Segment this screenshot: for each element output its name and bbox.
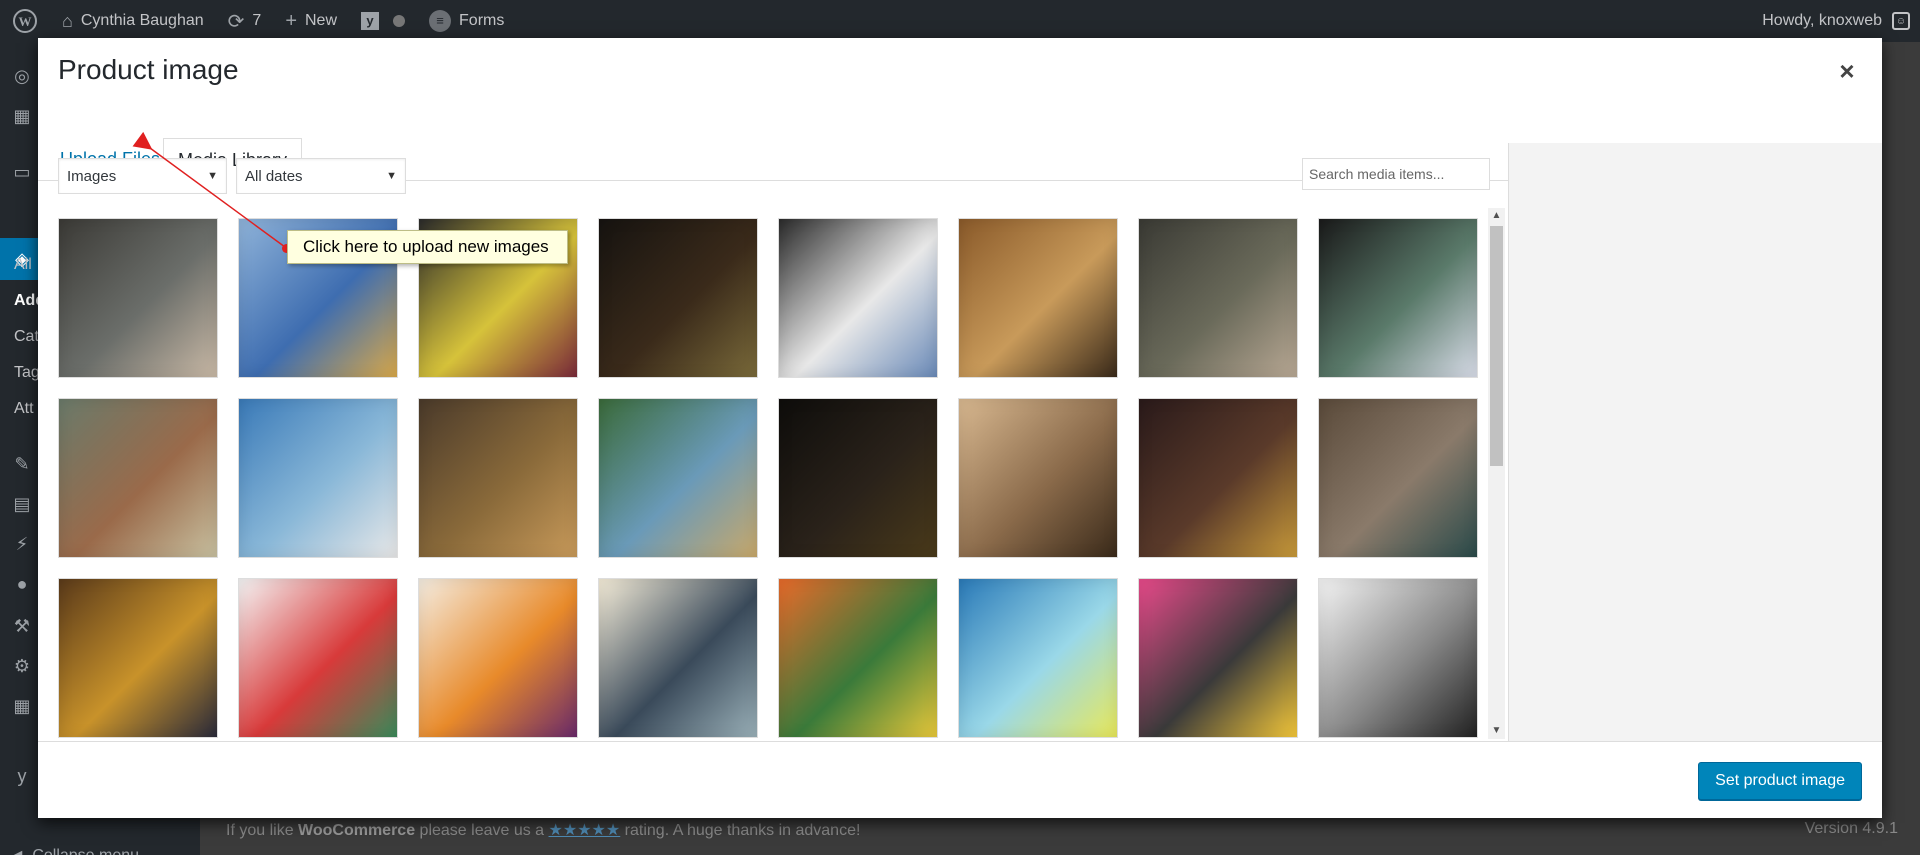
media-icon[interactable]: ▦: [10, 104, 34, 128]
dropdown-arrow-icon: ▼: [386, 170, 397, 182]
collapse-label: Collapse menu: [32, 847, 139, 855]
media-thumbnail-landscape-walkers[interactable]: [598, 398, 758, 558]
modal-footer: Set product image: [38, 741, 1882, 818]
submenu-categories[interactable]: Cat: [14, 328, 39, 346]
search-media-input[interactable]: [1302, 158, 1490, 190]
media-thumbnail-geometric-totem[interactable]: [418, 578, 578, 738]
footer-brand: WooCommerce: [298, 822, 416, 839]
media-thumbnail-artist-portrait-painting[interactable]: [58, 218, 218, 378]
refresh-icon: ⟳: [227, 10, 245, 33]
scroll-thumb[interactable]: [1490, 226, 1503, 466]
media-type-value: Images: [67, 167, 117, 185]
howdy-text: Howdy, knoxweb: [1762, 12, 1882, 29]
media-thumbnail-framed-yellow-flower[interactable]: [58, 578, 218, 738]
media-thumbnail-pop-art-bear[interactable]: [1138, 578, 1298, 738]
media-type-select[interactable]: Images ▼: [58, 158, 227, 194]
my-account[interactable]: Howdy, knoxweb ☺: [1762, 0, 1910, 42]
new-label: New: [305, 12, 338, 29]
close-icon[interactable]: ×: [1832, 56, 1862, 86]
home-icon: ⌂: [62, 10, 73, 31]
media-thumbnail-dark-night-scene[interactable]: [598, 218, 758, 378]
users-icon[interactable]: ●: [10, 572, 34, 596]
forms-label: Forms: [459, 12, 505, 29]
dropdown-arrow-icon: ▼: [207, 170, 218, 182]
collapse-icon: ◀: [10, 846, 22, 855]
media-thumbnail-tree-of-life[interactable]: [598, 578, 758, 738]
settings-icon[interactable]: ⚙: [10, 654, 34, 678]
dashboard-icon[interactable]: ◎: [10, 64, 34, 88]
updates-link[interactable]: ⟳ 7: [216, 0, 274, 42]
updates-count: 7: [252, 12, 262, 29]
calendar-icon[interactable]: ▤: [10, 492, 34, 516]
media-thumbnail-village-landscape[interactable]: [778, 578, 938, 738]
annotation-callout: Click here to upload new images: [287, 230, 568, 264]
yoast-menu-icon[interactable]: y: [10, 764, 34, 788]
scroll-up-icon[interactable]: ▲: [1488, 208, 1505, 224]
media-thumbnail-interior-flower-mural[interactable]: [778, 218, 938, 378]
media-thumbnail-artist-portrait-seated[interactable]: [1138, 218, 1298, 378]
plus-icon: +: [285, 9, 297, 32]
attachment-details-sidebar: [1508, 143, 1882, 741]
media-grid: [58, 218, 1518, 740]
svg-text:W: W: [19, 14, 32, 29]
footer-text: If you like WooCommerce please leave us …: [226, 822, 861, 839]
site-name-link[interactable]: ⌂ Cynthia Baughan: [50, 0, 216, 42]
media-thumbnail-white-horse[interactable]: [1318, 218, 1478, 378]
admin-bar: W ⌂ Cynthia Baughan ⟳ 7 + New y ≡ Forms …: [0, 0, 1920, 42]
media-thumbnail-pelicans-over-water[interactable]: [238, 398, 398, 558]
rating-stars-link[interactable]: ★★★★★: [549, 822, 621, 839]
submenu-attributes[interactable]: Att: [14, 400, 34, 418]
media-modal: Product image × Upload Files Media Libra…: [38, 38, 1882, 818]
scroll-down-icon[interactable]: ▼: [1488, 723, 1505, 739]
plugins-icon[interactable]: ⚡: [10, 532, 34, 556]
media-thumbnail-flower-bouquet[interactable]: [1138, 398, 1298, 558]
grid-icon[interactable]: ▦: [10, 694, 34, 718]
yoast-icon: y: [361, 12, 380, 30]
media-date-select[interactable]: All dates ▼: [236, 158, 406, 194]
media-thumbnail-abstract-color-dabs[interactable]: [238, 578, 398, 738]
modal-title: Product image: [58, 54, 239, 85]
appearance-icon[interactable]: ✎: [10, 452, 34, 476]
avatar: ☺: [1892, 12, 1910, 30]
set-product-image-button[interactable]: Set product image: [1698, 762, 1862, 800]
new-content-link[interactable]: + New: [273, 0, 349, 42]
tools-icon[interactable]: ⚒: [10, 614, 34, 638]
site-name: Cynthia Baughan: [80, 12, 204, 29]
media-scrollbar[interactable]: ▲ ▼: [1488, 208, 1505, 739]
wordpress-logo-icon[interactable]: W: [0, 0, 50, 42]
media-thumbnail-market-scene[interactable]: [958, 218, 1118, 378]
status-dot-icon: [393, 15, 406, 27]
collapse-menu[interactable]: ◀ Collapse menu: [10, 846, 139, 855]
media-thumbnail-dark-window-scene[interactable]: [778, 398, 938, 558]
footer-version: Version 4.9.1: [1804, 820, 1898, 837]
media-date-value: All dates: [245, 167, 303, 185]
media-thumbnail-native-woman-portrait[interactable]: [958, 398, 1118, 558]
media-thumbnail-warrior-on-horse[interactable]: [58, 398, 218, 558]
woocommerce-icon[interactable]: ▭: [10, 160, 34, 184]
submenu-tags[interactable]: Tag: [14, 364, 40, 382]
forms-icon: ≡: [429, 10, 452, 32]
media-thumbnail-window-on-wall[interactable]: [1318, 398, 1478, 558]
yoast-link[interactable]: y: [349, 0, 417, 42]
media-filters: Images ▼ All dates ▼: [58, 158, 406, 194]
media-thumbnail-line-art-profile[interactable]: [1318, 578, 1478, 738]
media-thumbnail-ocean-waves[interactable]: [958, 578, 1118, 738]
media-thumbnail-woman-with-lions[interactable]: [418, 398, 578, 558]
submenu-all[interactable]: All: [14, 256, 32, 274]
forms-link[interactable]: ≡ Forms: [417, 0, 516, 42]
